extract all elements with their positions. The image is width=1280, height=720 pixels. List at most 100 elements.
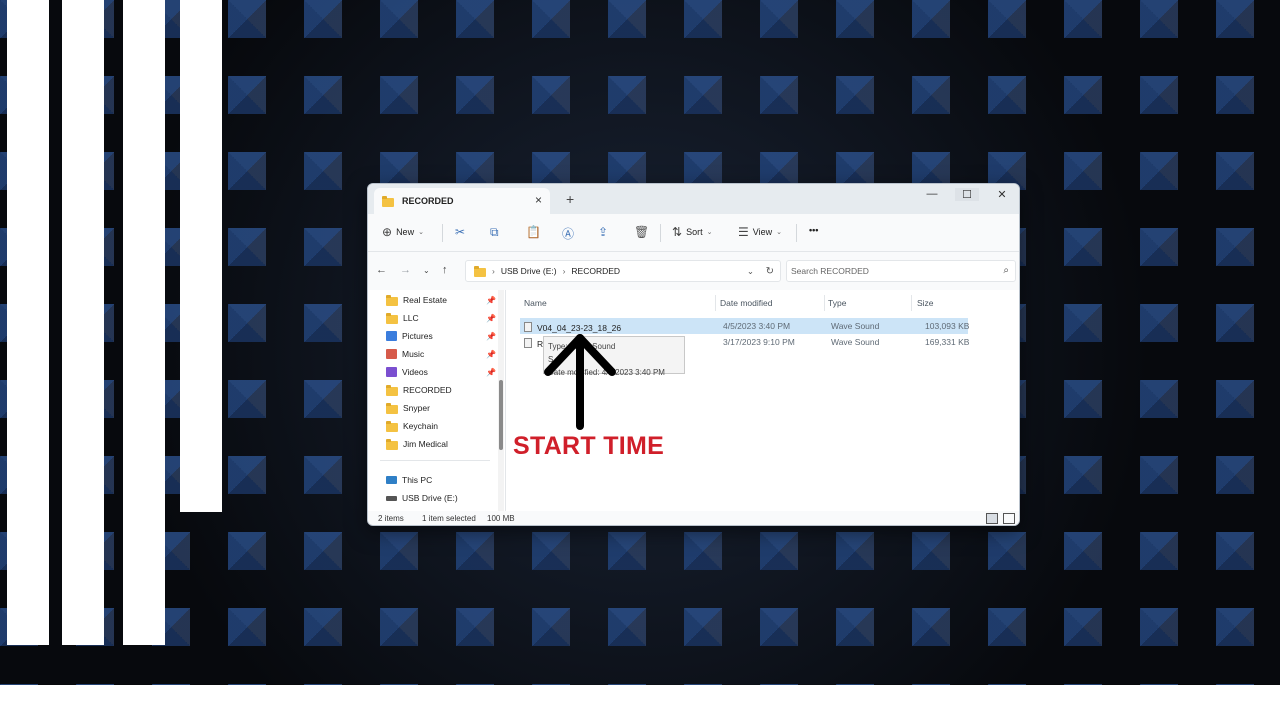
sidebar-divider: [380, 460, 490, 461]
search-icon: ⌕: [1003, 265, 1009, 276]
pin-icon: 📌: [486, 331, 496, 341]
sidebar-item-keychain[interactable]: Keychain: [386, 418, 496, 434]
tab-title: RECORDED: [402, 196, 454, 206]
status-bar: 2 items 1 item selected 100 MB: [368, 511, 1019, 525]
back-arrow-icon[interactable]: ←: [376, 264, 387, 276]
recent-locations-icon[interactable]: ⌄: [423, 266, 430, 275]
annotation-arrow-icon: [544, 334, 616, 430]
sidebar-scrollbar[interactable]: [498, 290, 504, 511]
usb-drive-icon: [386, 495, 397, 501]
paste-icon[interactable]: 📋: [526, 225, 541, 239]
sidebar-item-music[interactable]: Music 📌: [386, 346, 496, 362]
tab-recorded[interactable]: RECORDED ×: [374, 188, 550, 214]
address-bar: ← → ⌄ ↑ › USB Drive (E:) › RECORDED ⌄ ↻ …: [368, 252, 1019, 290]
sidebar-item-label: Jim Medical: [403, 439, 448, 449]
breadcrumb-item-recorded[interactable]: RECORDED: [571, 266, 620, 276]
copy-icon[interactable]: ⧉: [490, 225, 499, 240]
pictures-icon: [386, 331, 397, 341]
chevron-down-icon: ⌄: [776, 229, 782, 236]
sidebar-item-usb-drive[interactable]: USB Drive (E:): [386, 490, 496, 506]
tiles-view-button[interactable]: [1003, 513, 1015, 524]
sidebar-item-label: USB Drive (E:): [402, 493, 458, 503]
breadcrumb[interactable]: › USB Drive (E:) › RECORDED ⌄ ↻: [465, 260, 781, 282]
cut-icon[interactable]: ✂: [455, 225, 465, 239]
sidebar-item-label: LLC: [403, 313, 419, 323]
pin-icon: 📌: [486, 349, 496, 359]
folder-icon: [386, 402, 398, 414]
minimize-button[interactable]: —: [920, 188, 944, 200]
sidebar-item-label: This PC: [402, 475, 433, 485]
navigation-pane: Real Estate 📌 LLC 📌 Pictures 📌 Music 📌 V…: [368, 290, 506, 511]
folder-icon: [386, 384, 398, 396]
up-arrow-icon[interactable]: ↑: [442, 264, 448, 276]
close-button[interactable]: ✕: [990, 188, 1014, 201]
pin-icon: 📌: [486, 313, 496, 323]
rename-icon[interactable]: Ⓐ: [562, 225, 574, 242]
annotation-label: START TIME: [513, 432, 665, 460]
music-icon: [386, 349, 397, 359]
breadcrumb-separator-icon: ›: [492, 266, 495, 276]
folder-icon: [386, 420, 398, 432]
sidebar-item-pictures[interactable]: Pictures 📌: [386, 328, 496, 344]
column-header-date-modified[interactable]: Date modified: [720, 298, 772, 308]
breadcrumb-item-usb-drive[interactable]: USB Drive (E:): [501, 266, 557, 276]
maximize-button[interactable]: ☐: [955, 188, 979, 201]
sidebar-item-label: Snyper: [403, 403, 430, 413]
column-header-name[interactable]: Name: [524, 298, 547, 308]
file-type: Wave Sound: [831, 321, 880, 331]
file-date: 4/5/2023 3:40 PM: [723, 321, 791, 331]
sidebar-item-videos[interactable]: Videos 📌: [386, 364, 496, 380]
sidebar-item-real-estate[interactable]: Real Estate 📌: [386, 292, 496, 308]
details-view-button[interactable]: [986, 513, 998, 524]
search-input[interactable]: Search RECORDED ⌕: [786, 260, 1016, 282]
view-button[interactable]: ☰ View ⌄: [738, 225, 782, 239]
sort-button-label: Sort: [686, 227, 703, 237]
view-button-label: View: [752, 227, 773, 237]
title-bar: RECORDED × + — ☐ ✕: [368, 184, 1019, 214]
file-size: 169,331 KB: [925, 337, 970, 347]
forward-arrow-icon[interactable]: →: [400, 264, 411, 276]
videos-icon: [386, 367, 397, 377]
folder-icon: [386, 438, 398, 450]
status-size: 100 MB: [487, 514, 515, 523]
new-tab-button[interactable]: +: [566, 191, 574, 207]
file-explorer-window: RECORDED × + — ☐ ✕ ⊕ New ⌄ ✂ ⧉ 📋 Ⓐ ⇪ 🗑 ⇅…: [367, 183, 1020, 526]
delete-icon[interactable]: 🗑: [634, 225, 649, 239]
sidebar-item-recorded[interactable]: RECORDED: [386, 382, 496, 398]
computer-icon: [386, 476, 397, 484]
sidebar-item-jim-medical[interactable]: Jim Medical: [386, 436, 496, 452]
sidebar-item-snyper[interactable]: Snyper: [386, 400, 496, 416]
scrollbar-thumb[interactable]: [499, 380, 503, 450]
address-dropdown-icon[interactable]: ⌄: [747, 266, 754, 277]
file-date: 3/17/2023 9:10 PM: [723, 337, 795, 347]
refresh-icon[interactable]: ↻: [766, 266, 774, 277]
folder-icon: [382, 195, 394, 207]
occluding-bar-2: [62, 0, 104, 645]
new-button[interactable]: ⊕ New ⌄: [382, 225, 424, 239]
pin-icon: 📌: [486, 295, 496, 305]
toolbar-divider: [660, 224, 661, 242]
file-type: Wave Sound: [831, 337, 880, 347]
view-icon: ☰: [738, 225, 749, 239]
column-header-type[interactable]: Type: [828, 298, 846, 308]
sidebar-item-llc[interactable]: LLC 📌: [386, 310, 496, 326]
share-icon[interactable]: ⇪: [598, 225, 608, 239]
command-bar: ⊕ New ⌄ ✂ ⧉ 📋 Ⓐ ⇪ 🗑 ⇅ Sort ⌄ ☰ View ⌄ ••…: [368, 214, 1019, 252]
new-button-label: New: [396, 227, 415, 237]
chevron-down-icon: ⌄: [418, 229, 424, 236]
folder-icon: [386, 294, 398, 306]
pin-icon: 📌: [486, 367, 496, 377]
toolbar-divider: [442, 224, 443, 242]
sidebar-item-label: Music: [402, 349, 425, 359]
sort-icon: ⇅: [672, 225, 683, 239]
tab-close-icon[interactable]: ×: [535, 193, 542, 207]
sort-button[interactable]: ⇅ Sort ⌄: [672, 225, 712, 239]
occluding-bar-3: [123, 0, 165, 645]
column-header-size[interactable]: Size: [917, 298, 934, 308]
status-item-count: 2 items: [378, 514, 404, 523]
column-divider: [911, 295, 912, 311]
sidebar-item-label: RECORDED: [403, 385, 452, 395]
more-options-button[interactable]: •••: [809, 225, 818, 235]
sidebar-item-this-pc[interactable]: This PC: [386, 472, 496, 488]
column-divider: [824, 295, 825, 311]
